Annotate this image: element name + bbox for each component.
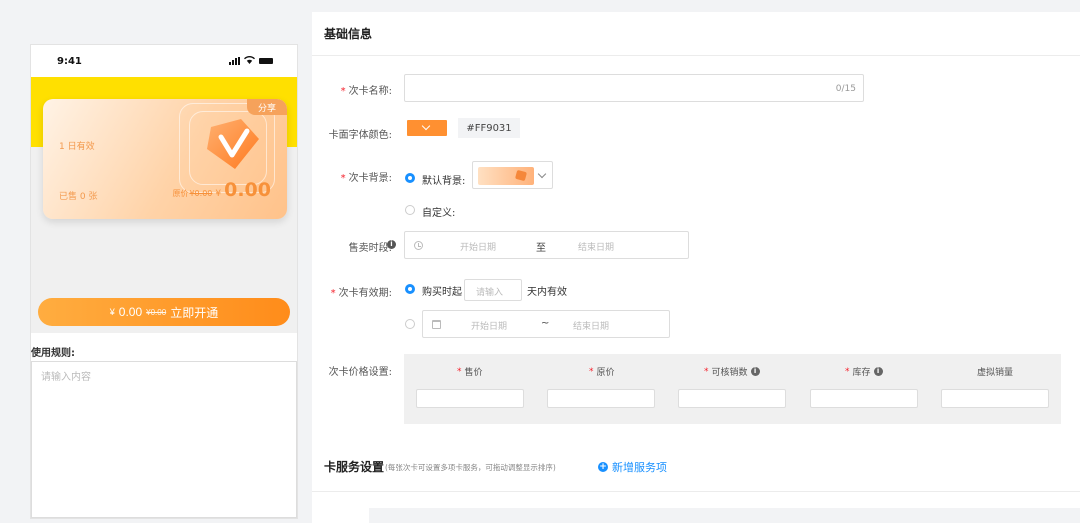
chevron-down-icon bbox=[537, 169, 547, 179]
add-service-button[interactable]: + 新增服务项 bbox=[598, 459, 667, 475]
card-name-label: * 次卡名称: bbox=[340, 86, 392, 97]
battery-icon bbox=[259, 58, 273, 64]
services-title: 卡服务设置 bbox=[324, 460, 385, 474]
service-list-row bbox=[369, 508, 1080, 523]
col-redeemable-count: * 可核销数 i bbox=[704, 365, 760, 378]
col-virtual-sales: 虚拟销量 bbox=[977, 368, 1014, 378]
validity-from-purchase-radio[interactable] bbox=[405, 284, 415, 294]
form-panel: 基础信息 * 次卡名称: 0/15 卡面字体颜色: #FF9031 * 次卡背景: … bbox=[312, 12, 1080, 523]
sale-end-date[interactable]: 结束日期 bbox=[578, 240, 614, 253]
default-background-radio[interactable] bbox=[405, 173, 415, 183]
custom-background-radio[interactable] bbox=[405, 205, 415, 215]
card-name-input[interactable]: 0/15 bbox=[404, 74, 864, 102]
validity-start-date[interactable]: 开始日期 bbox=[471, 319, 507, 332]
usage-rules-input[interactable] bbox=[31, 361, 297, 518]
col-stock: * 库存 i bbox=[845, 365, 883, 378]
redeemable-count-input[interactable] bbox=[678, 389, 786, 408]
subscribe-button[interactable]: ¥0.00 ¥0.00 立即开通 bbox=[38, 298, 290, 326]
card-current-price: 0.00 bbox=[224, 179, 271, 201]
stock-input[interactable] bbox=[810, 389, 918, 408]
color-picker[interactable] bbox=[407, 120, 447, 136]
sale-period-label: 售卖时段: bbox=[348, 243, 392, 254]
card-preview-area: 分享 1 日有效 已售 0 张 原价¥0.00 ¥ 0.00 bbox=[31, 77, 297, 291]
color-hex-value: #FF9031 bbox=[458, 118, 520, 138]
col-original-price: * 原价 bbox=[589, 366, 615, 379]
col-sale-price: * 售价 bbox=[457, 366, 483, 379]
default-background-text: 默认背景: bbox=[422, 176, 466, 187]
signal-icon bbox=[229, 57, 240, 65]
font-color-label: 卡面字体颜色: bbox=[328, 130, 392, 141]
price-settings-label: 次卡价格设置: bbox=[328, 367, 392, 378]
validity-date-range-radio[interactable] bbox=[405, 319, 415, 329]
info-icon[interactable]: i bbox=[873, 367, 883, 376]
services-note: (每张次卡可设置多项卡服务，可拖动调整显示排序) bbox=[385, 463, 556, 472]
price-table: * 售价 * 原价 * 可核销数 i * 库存 i 虚拟销量 bbox=[404, 354, 1061, 424]
background-select[interactable] bbox=[472, 161, 553, 189]
chevron-down-icon bbox=[421, 121, 431, 131]
card-preview: 分享 1 日有效 已售 0 张 原价¥0.00 ¥ 0.00 bbox=[43, 99, 287, 219]
sale-price-input[interactable] bbox=[416, 389, 524, 408]
virtual-sales-input[interactable] bbox=[941, 389, 1049, 408]
calendar-icon bbox=[432, 320, 441, 329]
status-bar: 9:41 bbox=[31, 45, 297, 77]
sale-start-date[interactable]: 开始日期 bbox=[460, 240, 496, 253]
status-time: 9:41 bbox=[57, 55, 82, 67]
info-icon[interactable]: i bbox=[387, 240, 396, 249]
validity-end-date[interactable]: 结束日期 bbox=[573, 319, 609, 332]
validity-label: * 次卡有效期: bbox=[330, 288, 392, 299]
valid-days-input[interactable]: 请输入 bbox=[464, 279, 522, 301]
sale-period-range[interactable]: 开始日期 至 结束日期 bbox=[404, 231, 689, 259]
section-title: 基础信息 bbox=[312, 12, 1080, 56]
card-background-label: * 次卡背景: bbox=[340, 173, 392, 184]
card-price: 原价¥0.00 ¥ 0.00 bbox=[172, 179, 271, 201]
plus-circle-icon: + bbox=[598, 462, 608, 472]
clock-icon bbox=[414, 241, 423, 250]
usage-rules-label: 使用规则: bbox=[31, 348, 75, 359]
background-thumbnail bbox=[478, 167, 534, 185]
char-counter: 0/15 bbox=[835, 84, 856, 94]
original-price-input[interactable] bbox=[547, 389, 655, 408]
wifi-icon bbox=[244, 55, 255, 67]
share-tag[interactable]: 分享 bbox=[247, 99, 287, 115]
info-icon[interactable]: i bbox=[750, 367, 760, 376]
diamond-icon bbox=[207, 119, 259, 169]
validity-date-range[interactable]: 开始日期 ~ 结束日期 bbox=[422, 310, 670, 338]
card-sold-count: 已售 0 张 bbox=[59, 192, 98, 202]
card-validity: 1 日有效 bbox=[59, 142, 95, 152]
custom-background-text: 自定义: bbox=[422, 208, 456, 219]
